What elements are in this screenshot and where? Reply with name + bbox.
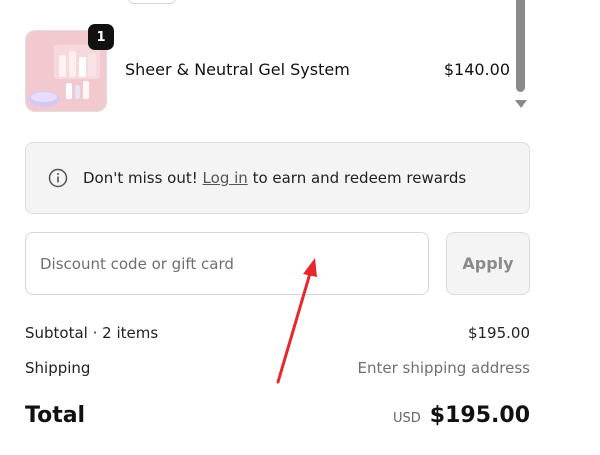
subtotal-value: $195.00 (467, 324, 530, 342)
quantity-badge: 1 (88, 24, 114, 50)
rewards-notice: Don't miss out! Log in to earn and redee… (25, 142, 530, 214)
shipping-label: Shipping (25, 359, 91, 377)
log-in-link[interactable]: Log in (203, 169, 248, 187)
currency-code: USD (393, 411, 421, 426)
scroll-down-arrow-icon[interactable] (515, 100, 527, 108)
scrollbar-thumb[interactable] (516, 0, 525, 92)
rewards-notice-prefix: Don't miss out! (83, 169, 198, 187)
product-price: $140.00 (443, 60, 510, 79)
total-value: $195.00 (429, 403, 530, 428)
shipping-value: Enter shipping address (357, 359, 530, 377)
subtotal-label: Subtotal · 2 items (25, 324, 159, 342)
product-name: Sheer & Neutral Gel System (125, 60, 350, 79)
scrollbar[interactable] (514, 0, 528, 115)
subtotal-row: Subtotal · 2 items $195.00 (25, 324, 530, 342)
total-row: Total USD $195.00 (25, 403, 530, 428)
rewards-notice-text: Don't miss out! Log in to earn and redee… (83, 169, 466, 187)
discount-code-input[interactable] (25, 232, 429, 295)
info-icon (48, 168, 68, 188)
cart-line-item: 1 Sheer & Neutral Gel System $140.00 (25, 24, 515, 112)
previous-item-edge (128, 0, 176, 4)
apply-button[interactable]: Apply (446, 232, 530, 295)
total-amount: USD $195.00 (393, 403, 530, 428)
shipping-row: Shipping Enter shipping address (25, 359, 530, 377)
total-label: Total (25, 403, 86, 428)
rewards-notice-suffix: to earn and redeem rewards (252, 169, 467, 187)
